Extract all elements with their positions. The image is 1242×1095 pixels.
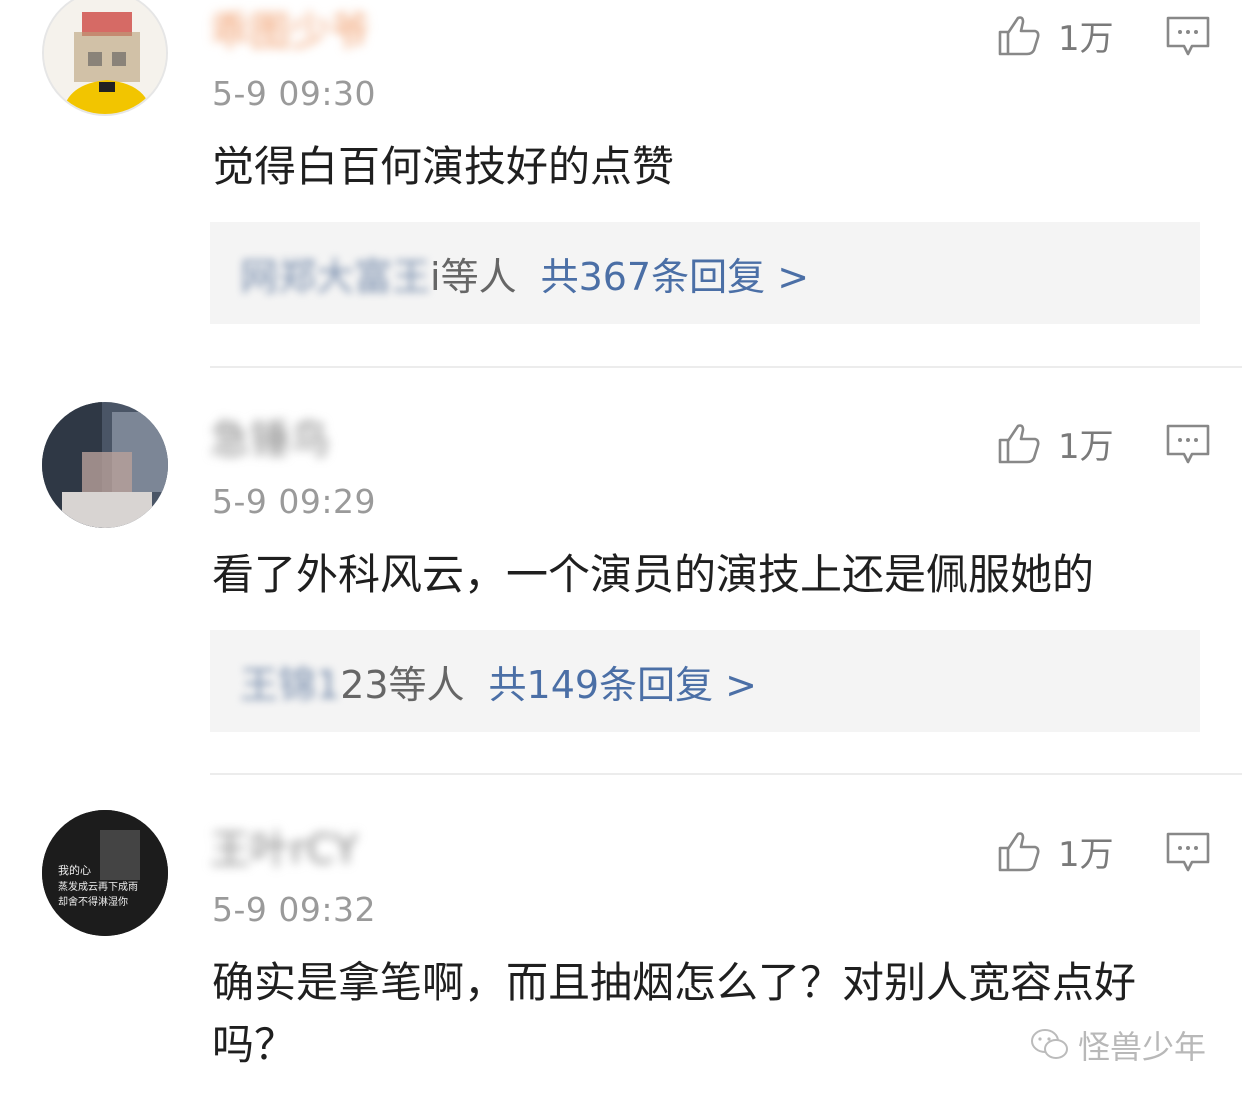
like-button[interactable]: 1万 [996, 10, 1126, 60]
reply-names: 网郑大富王 [240, 254, 431, 299]
comment-bubble-icon [1166, 16, 1210, 56]
thumbs-up-icon [998, 832, 1040, 872]
reply-names: 王锦1 [240, 662, 341, 707]
reply-summary[interactable]: 网郑大富王 i等人 共367条回复 > [210, 222, 1200, 324]
avatar-text-line: 却舍不得淋湿你 [58, 895, 128, 908]
thumbs-up-icon [998, 16, 1040, 56]
watermark-label: 怪兽少年 [1078, 1028, 1207, 1066]
view-replies-link[interactable]: 共149条回复 > [489, 654, 757, 709]
view-replies-link[interactable]: 共367条回复 > [541, 246, 809, 301]
comment-bubble-icon [1166, 424, 1210, 464]
comment-text: 觉得白百何演技好的点赞 [212, 142, 675, 191]
reply-suffix: 23等人 [340, 662, 465, 707]
username[interactable]: 急锤鸟 [210, 414, 430, 466]
timestamp: 5-9 09:29 [212, 482, 376, 521]
username[interactable]: 乖图少爷 [210, 6, 430, 58]
divider [210, 366, 1242, 368]
comment-bubble-icon [1166, 832, 1210, 872]
username[interactable]: 王叶rCY [210, 824, 430, 876]
like-button[interactable]: 1万 [996, 826, 1126, 876]
timestamp: 5-9 09:30 [212, 74, 376, 113]
avatar[interactable] [42, 402, 168, 528]
reply-suffix: i等人 [430, 254, 517, 299]
wechat-icon [1031, 1029, 1068, 1059]
like-button[interactable]: 1万 [996, 418, 1126, 468]
avatar[interactable]: 我的心 蒸发成云再下成雨 却舍不得淋湿你 [42, 810, 168, 936]
reply-button[interactable] [1166, 424, 1210, 466]
thumbs-up-icon [998, 424, 1040, 464]
reply-button[interactable] [1166, 16, 1210, 58]
timestamp: 5-9 09:32 [212, 890, 376, 929]
avatar-text-line: 我的心 [58, 863, 91, 877]
divider [210, 773, 1242, 775]
avatar[interactable] [42, 0, 168, 116]
reply-button[interactable] [1166, 832, 1210, 874]
comment-text: 看了外科风云，一个演员的演技上还是佩服她的 [212, 550, 1095, 599]
watermark: 怪兽少年 [1030, 1022, 1206, 1068]
reply-summary[interactable]: 王锦1 23等人 共149条回复 > [210, 630, 1200, 732]
avatar-text-line: 蒸发成云再下成雨 [58, 880, 138, 893]
like-count: 1万 [1058, 18, 1114, 59]
like-count: 1万 [1058, 426, 1114, 467]
like-count: 1万 [1058, 834, 1114, 875]
